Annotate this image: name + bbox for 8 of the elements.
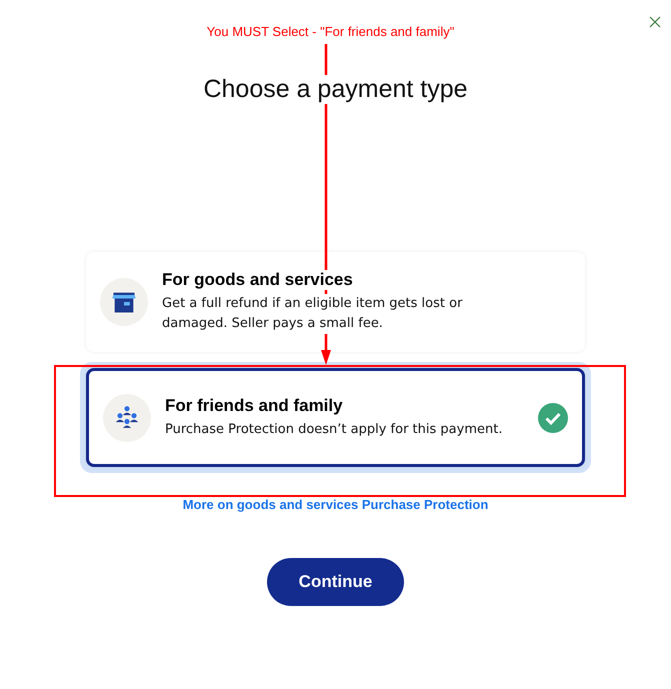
payment-option[interactable]: For goods and services Get a full refund if an eligible item gets lost or damaged. Seller pays a small fee. [86,252,585,352]
check-icon [538,402,568,432]
close-icon[interactable] [649,16,661,28]
annotation-text: You MUST Select - "For friends and family" [206,24,454,39]
payment-option[interactable]: For friends and family Purchase Protection doesn’t apply for this payment. [86,368,585,467]
protection-link[interactable]: More on goods and services Purchase Protection [182,497,488,512]
continue-button[interactable]: Continue [267,558,404,606]
page-title: Choose a payment type [203,75,468,104]
